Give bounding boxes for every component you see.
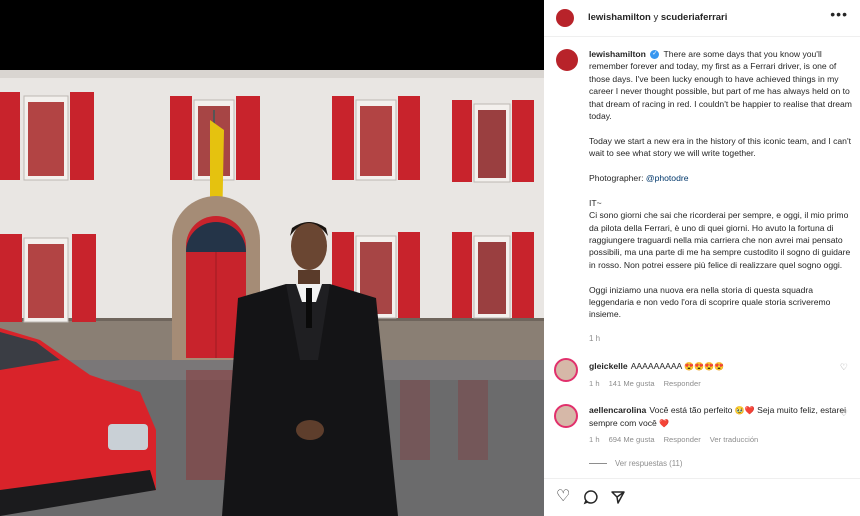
caption-avatar[interactable] [556,49,578,71]
caption: lewishamilton ✓ There are some days that… [589,48,855,333]
post-photo[interactable] [0,70,544,516]
commenter-username[interactable]: gleickelle [589,361,628,371]
comment-text: gleickelle AAAAAAAAA 😍😍😍😍 [589,360,851,373]
caption-paragraph-1: lewishamilton ✓ There are some days that… [589,48,855,122]
reply-button[interactable]: Responder [664,435,701,444]
comment-body: AAAAAAAAA [630,361,685,371]
comment-emoji-2: ❤️ [659,419,670,429]
photographer-mention[interactable]: @photodre [646,173,689,183]
coauthor-username[interactable]: scuderiaferrari [661,12,728,23]
comment-likes[interactable]: 694 Me gusta [609,435,655,444]
comment-emojis: 🥹❤️ [734,406,755,415]
commenter-username[interactable]: aellencarolina [589,405,646,415]
view-replies-button[interactable]: Ver respuestas (11) [589,459,682,468]
caption-username[interactable]: lewishamilton [589,49,646,59]
share-icon[interactable] [610,489,626,509]
comment-body: Você está tão perfeito [649,405,735,415]
caption-paragraph-5: Oggi iniziamo una nuova era nella storia… [589,284,833,320]
comment-text: aellencarolina Você está tão perfeito 🥹❤️… [589,404,851,431]
caption-paragraph-4: IT~ Ci sono giorni che sai che ricordera… [589,197,851,270]
post-header: lewishamilton y scuderiaferrari ••• [544,0,860,37]
more-icon[interactable]: ••• [830,6,848,22]
verified-badge-icon: ✓ [650,50,660,60]
comment-time: 1 h [589,435,600,444]
commenter-avatar[interactable] [554,404,578,428]
comment-meta: 1 h 141 Me gusta Responder [589,379,710,388]
comment-time: 1 h [589,379,600,388]
comment-meta: 1 h 694 Me gusta Responder Ver traducción [589,435,767,444]
caption-paragraph-3: Photographer: @photodre [589,172,855,184]
post-actions-bar: ♡ [544,478,860,516]
post-authors: lewishamilton y scuderiaferrari [588,12,727,23]
translate-button[interactable]: Ver traducción [710,435,759,444]
reply-button[interactable]: Responder [664,379,701,388]
author-username[interactable]: lewishamilton [588,12,651,23]
commenter-avatar[interactable] [554,358,578,382]
authors-joiner: y [650,12,661,23]
comment-heart-icon[interactable]: ♡ [840,362,848,373]
comment-icon[interactable] [583,489,599,509]
post-panel: lewishamilton y scuderiaferrari ••• lewi… [544,0,860,516]
author-avatar[interactable] [556,9,574,27]
caption-paragraph-2: Today we start a new era in the history … [589,135,854,159]
comment-heart-icon[interactable]: ♡ [840,408,848,419]
view-replies-label: Ver respuestas (11) [615,459,683,468]
caption-text-1: There are some days that you know you'll… [589,49,855,122]
comment-emojis: 😍😍😍😍 [684,362,725,371]
heart-icon[interactable]: ♡ [556,489,570,505]
comment-likes[interactable]: 141 Me gusta [609,379,655,388]
photographer-label: Photographer: [589,173,646,184]
post-photo-pane [0,0,544,516]
caption-timestamp: 1 h [589,334,601,343]
replies-divider [589,463,607,465]
